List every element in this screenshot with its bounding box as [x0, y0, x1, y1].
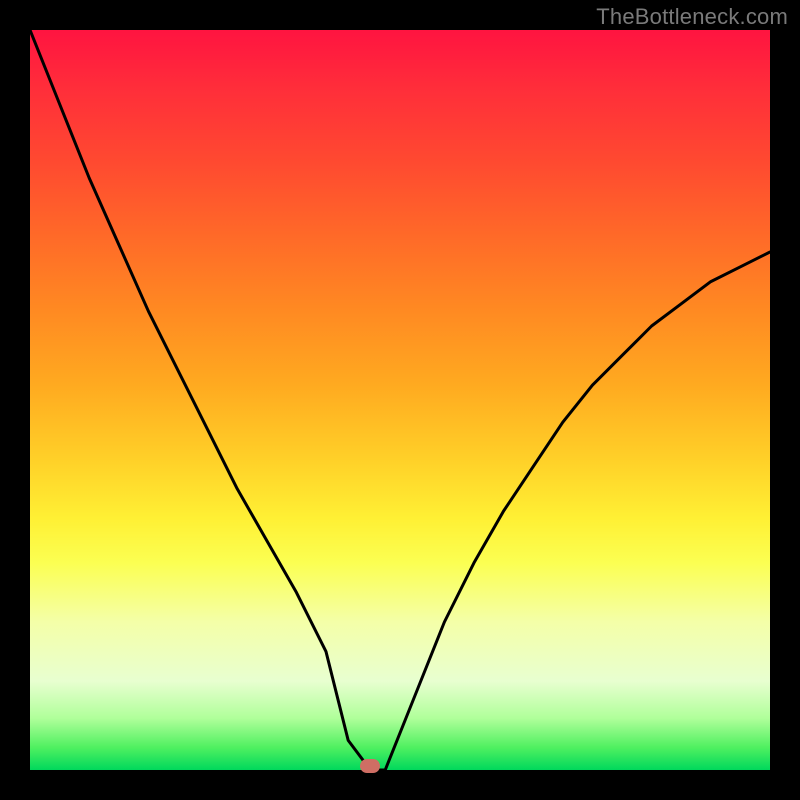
plot-area	[30, 30, 770, 770]
bottleneck-curve	[30, 30, 770, 770]
curve-path	[30, 30, 770, 770]
chart-frame: TheBottleneck.com	[0, 0, 800, 800]
minimum-marker	[360, 759, 380, 773]
watermark-text: TheBottleneck.com	[596, 4, 788, 30]
